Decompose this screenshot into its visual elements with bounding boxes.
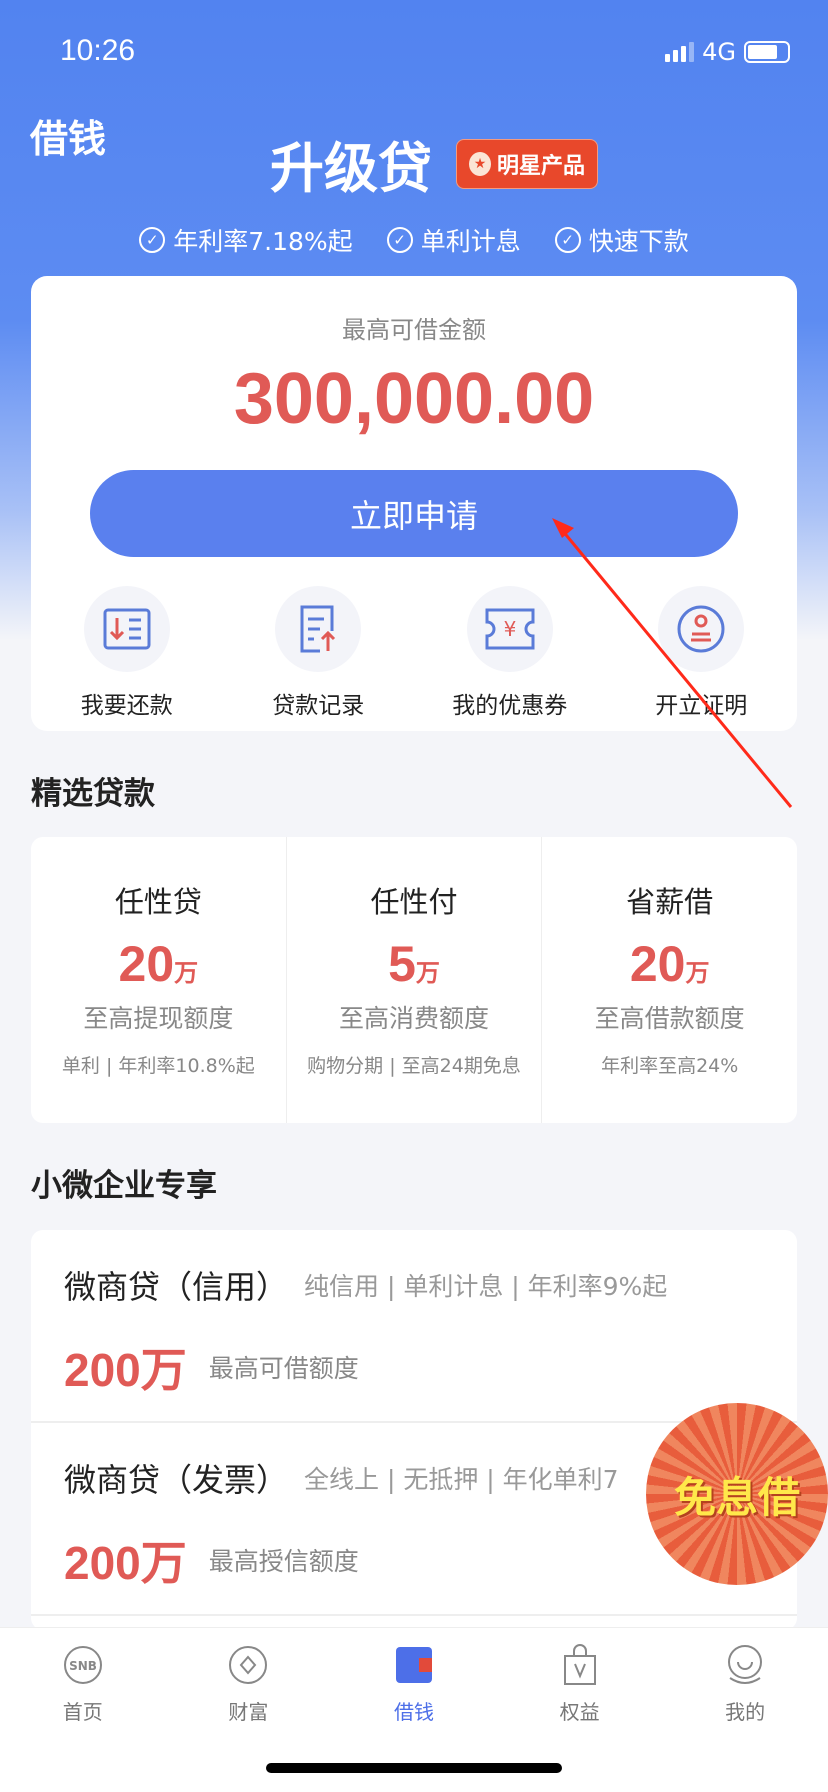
max-amount: 300,000.00 xyxy=(233,359,595,439)
battery-icon xyxy=(744,41,790,63)
bag-icon xyxy=(563,1644,597,1686)
wallet-icon xyxy=(395,1644,433,1686)
quick-actions: 我要还款 贷款记录 ¥ 我的优惠券 开立证明 xyxy=(31,586,797,720)
product-card[interactable]: 任性付 5万 至高消费额度 购物分期 | 至高24期免息 xyxy=(287,837,543,1123)
star-product-badge: ★ 明星产品 xyxy=(455,138,598,189)
tab-home[interactable]: SNB 首页 xyxy=(0,1628,166,1792)
svg-text:¥: ¥ xyxy=(503,617,516,641)
check-icon: ✓ xyxy=(139,227,166,253)
quick-action-coupons[interactable]: ¥ 我的优惠券 xyxy=(414,586,606,720)
status-indicators: 4G xyxy=(665,38,790,66)
feature-item: ✓ 年利率7.18%起 xyxy=(139,222,353,258)
max-amount-label: 最高可借金额 xyxy=(342,316,486,344)
signal-icon xyxy=(665,42,695,62)
medal-icon: ★ xyxy=(468,151,491,176)
product-card[interactable]: 任性贷 20万 至高提现额度 单利 | 年利率10.8%起 xyxy=(31,837,287,1123)
status-time: 10:26 xyxy=(60,34,136,67)
apply-now-button[interactable]: 立即申请 xyxy=(90,470,738,557)
coupon-icon: ¥ xyxy=(466,586,553,672)
user-icon xyxy=(725,1644,765,1686)
featured-products: 任性贷 20万 至高提现额度 单利 | 年利率10.8%起 任性付 5万 至高消… xyxy=(31,837,797,1123)
snb-icon: SNB xyxy=(63,1644,103,1686)
stamp-icon xyxy=(658,586,745,672)
repay-icon xyxy=(83,586,170,672)
record-icon xyxy=(275,586,362,672)
quick-action-certificate[interactable]: 开立证明 xyxy=(606,586,798,720)
tab-mine[interactable]: 我的 xyxy=(662,1628,828,1792)
quick-action-records[interactable]: 贷款记录 xyxy=(223,586,415,720)
interest-free-promo-button[interactable]: 免息借 xyxy=(646,1403,828,1585)
network-type: 4G xyxy=(702,38,736,66)
feature-item: ✓ 快速下款 xyxy=(554,222,689,258)
svg-text:SNB: SNB xyxy=(69,1659,97,1673)
home-indicator xyxy=(266,1763,562,1773)
wealth-icon xyxy=(228,1644,268,1686)
feature-item: ✓ 单利计息 xyxy=(386,222,521,258)
product-card[interactable]: 省薪借 20万 至高借款额度 年利率至高24% xyxy=(542,837,797,1123)
featured-section-title: 精选贷款 xyxy=(31,776,155,812)
product-title: 升级贷 xyxy=(269,137,432,200)
check-icon: ✓ xyxy=(386,227,413,253)
product-header: 升级贷 ★ 明星产品 xyxy=(0,124,828,203)
loan-card: 最高可借金额 300,000.00 立即申请 我要还款 贷款记录 ¥ 我的优惠券… xyxy=(31,276,797,731)
feature-list: ✓ 年利率7.18%起 ✓ 单利计息 ✓ 快速下款 xyxy=(0,222,828,258)
check-icon: ✓ xyxy=(554,227,581,253)
quick-action-repay[interactable]: 我要还款 xyxy=(31,586,223,720)
business-section-title: 小微企业专享 xyxy=(31,1168,217,1204)
list-item[interactable]: 微商贷（信用） 纯信用 | 单利计息 | 年利率9%起 200万 最高可借额度 xyxy=(31,1230,797,1423)
